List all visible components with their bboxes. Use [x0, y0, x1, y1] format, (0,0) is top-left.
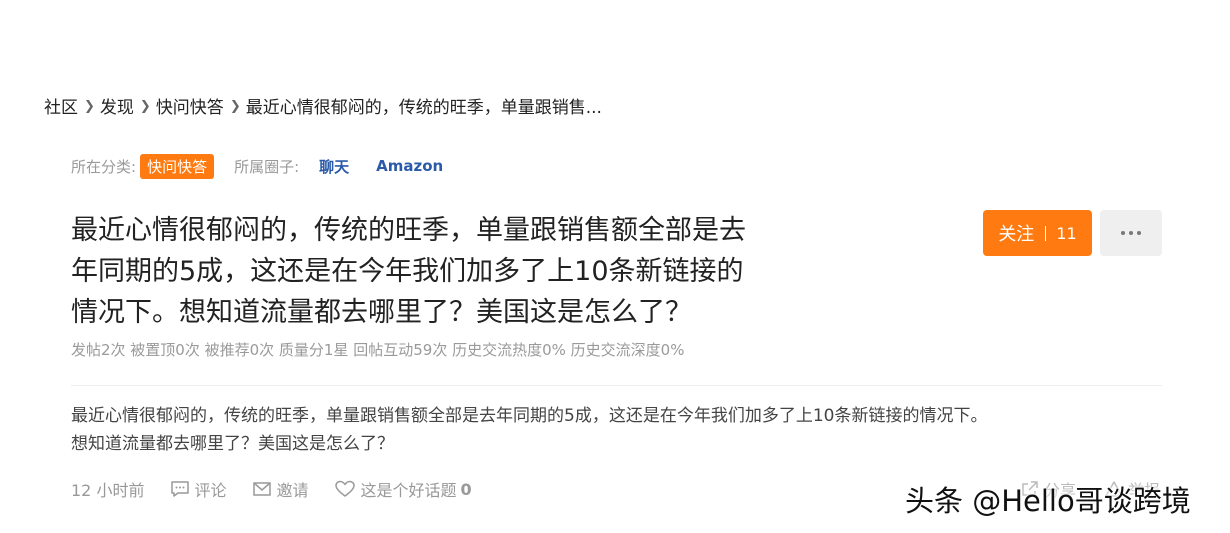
invite-label: 邀请 — [276, 481, 309, 500]
comment-icon — [171, 481, 190, 497]
circle-label: 所属圈子: — [234, 157, 300, 176]
post-meta: 所在分类: 快问快答 所属圈子: 聊天 Amazon — [71, 153, 443, 179]
comment-button[interactable]: 评论 — [170, 477, 226, 501]
mail-icon — [253, 482, 272, 496]
invite-button[interactable]: 邀请 — [252, 477, 308, 501]
breadcrumb-current: 最近心情很郁闷的，传统的旺季，单量跟销售... — [245, 97, 602, 118]
chevron-right-icon: ❯ — [229, 98, 241, 114]
breadcrumb-community[interactable]: 社区 — [44, 93, 78, 118]
post-body-line: 最近心情很郁闷的，传统的旺季，单量跟销售额全部是去年同期的5成，这还是在今年我们… — [71, 406, 988, 426]
circle-link-amazon[interactable]: Amazon — [376, 157, 443, 175]
watermark: 头条 @Hello哥谈跨境 — [905, 484, 1191, 518]
category-label: 所在分类: — [71, 157, 137, 176]
author-stats: 发帖2次 被置顶0次 被推荐0次 质量分1星 回帖互动59次 历史交流热度0% … — [71, 341, 685, 359]
post-body-line: 想知道流量都去哪里了？美国这是怎么了？ — [71, 434, 394, 454]
post-title-line: 年同期的5成，这还是在今年我们加多了上10条新链接的 — [71, 256, 744, 287]
heart-icon — [335, 480, 356, 497]
more-dots-icon — [1121, 231, 1141, 235]
follow-button[interactable]: 关注 11 — [983, 210, 1092, 256]
good-topic-label: 这是个好话题 — [360, 481, 457, 500]
post-time: 12 小时前 — [71, 481, 145, 500]
category-tag[interactable]: 快问快答 — [140, 153, 215, 179]
circle-link-chat[interactable]: 聊天 — [319, 156, 349, 177]
post-title-line: 情况下。想知道流量都去哪里了？美国这是怎么了？ — [71, 297, 692, 328]
follow-label: 关注 — [998, 224, 1035, 245]
good-topic-button[interactable]: 这是个好话题 0 — [334, 477, 472, 501]
content-divider — [71, 385, 1162, 386]
follow-count: 11 — [1056, 223, 1077, 243]
follow-divider — [1045, 225, 1047, 241]
post-actions: 12 小时前 评论 邀请 这是个好话题 0 — [71, 476, 498, 502]
post-body: 最近心情很郁闷的，传统的旺季，单量跟销售额全部是去年同期的5成，这还是在今年我们… — [71, 402, 1131, 458]
breadcrumb: 社区 ❯ 发现 ❯ 快问快答 ❯ 最近心情很郁闷的，传统的旺季，单量跟销售... — [44, 92, 602, 118]
breadcrumb-quick-qa[interactable]: 快问快答 — [156, 93, 224, 118]
more-button[interactable] — [1100, 210, 1162, 256]
post-title-line: 最近心情很郁闷的，传统的旺季，单量跟销售额全部是去 — [71, 215, 746, 246]
comment-label: 评论 — [194, 481, 227, 500]
breadcrumb-discover[interactable]: 发现 — [100, 93, 134, 118]
chevron-right-icon: ❯ — [139, 98, 151, 114]
post-title: 最近心情很郁闷的，传统的旺季，单量跟销售额全部是去 年同期的5成，这还是在今年我… — [71, 210, 781, 333]
good-topic-count: 0 — [460, 479, 472, 499]
chevron-right-icon: ❯ — [84, 98, 95, 114]
